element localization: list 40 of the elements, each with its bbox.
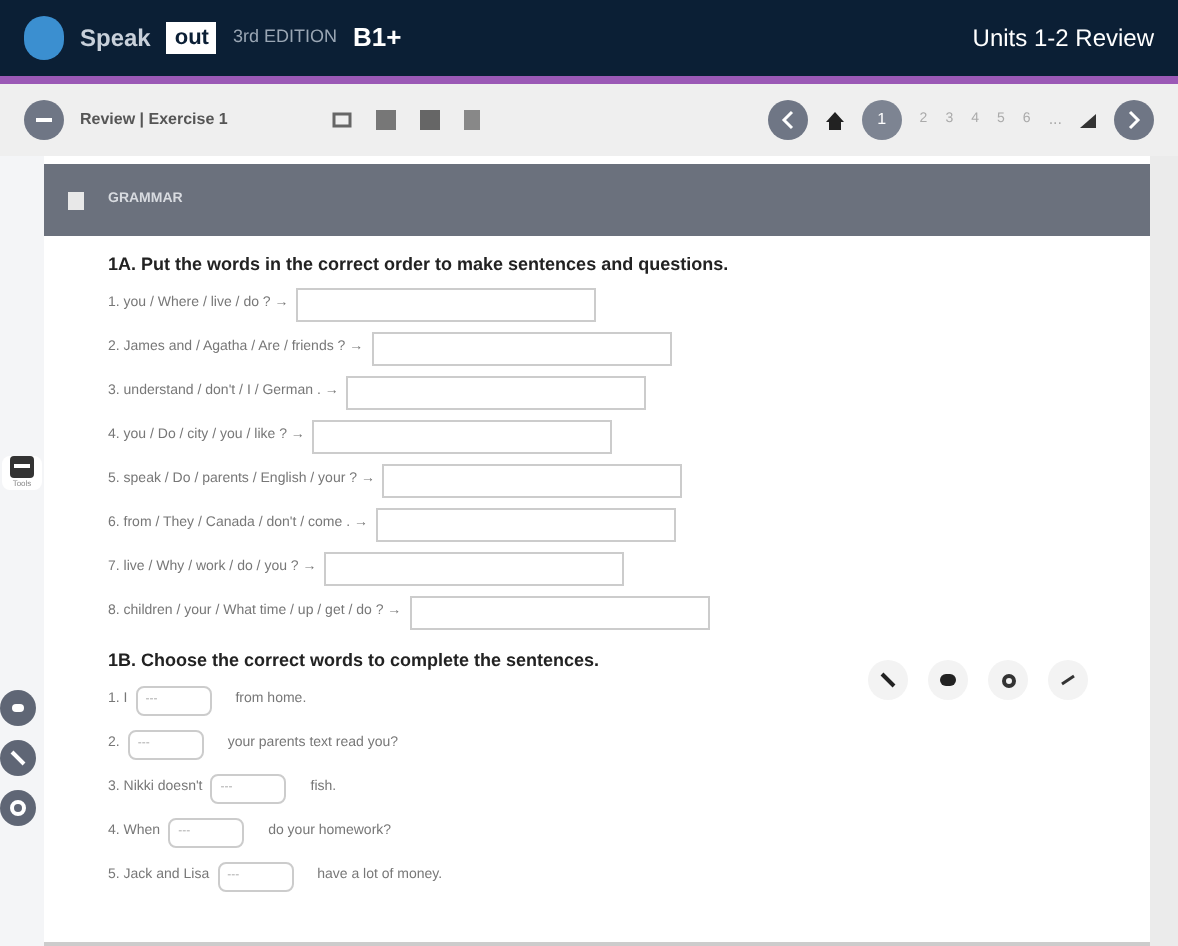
check-button[interactable] — [1048, 660, 1088, 700]
answer-field[interactable] — [371, 331, 672, 365]
instruction: 1B. Choose the correct words to complete the sentences. — [108, 647, 602, 674]
pen-icon — [880, 672, 896, 688]
unit-title: Units 1-2 Review — [972, 22, 1154, 56]
brand-tag: out — [166, 21, 217, 55]
screen-icon[interactable] — [332, 111, 352, 129]
answer-field[interactable] — [346, 375, 647, 409]
audio-button[interactable] — [0, 690, 36, 726]
answer-field[interactable] — [324, 551, 625, 585]
answer-field[interactable] — [296, 287, 597, 321]
toolbox-icon — [10, 456, 34, 478]
pencil-icon — [10, 750, 26, 766]
instruction: 1A. Put the words in the correct order to make sentences and questions. — [108, 252, 731, 278]
book-icon — [68, 191, 84, 209]
answer-field[interactable] — [409, 595, 710, 629]
eraser-button[interactable] — [928, 660, 968, 700]
answer-field[interactable] — [382, 463, 683, 497]
check-icon — [1060, 674, 1076, 686]
chevron-right-icon — [1126, 110, 1142, 130]
reset-button[interactable] — [988, 660, 1028, 700]
page-button[interactable]: 1 — [861, 100, 902, 140]
level-label: B1+ — [352, 20, 402, 57]
next-button[interactable] — [1114, 100, 1154, 140]
chevron-left-icon — [779, 110, 796, 130]
ellipsis: ... — [1048, 108, 1062, 132]
menu-button[interactable] — [24, 100, 64, 140]
pencil-button[interactable] — [0, 740, 36, 776]
edition-label: 3rd EDITION — [232, 24, 337, 51]
pen-button[interactable] — [868, 660, 908, 700]
previous-button[interactable] — [767, 100, 808, 140]
home-icon[interactable] — [825, 111, 844, 129]
signal-icon — [1080, 113, 1096, 127]
logo-icon — [24, 16, 64, 60]
scrollbar[interactable] — [1150, 156, 1178, 946]
answer-field[interactable] — [312, 419, 613, 453]
breadcrumb: Review | Exercise 1 — [80, 108, 230, 132]
answer-field[interactable] — [376, 507, 676, 541]
brand-name: Speak — [80, 22, 151, 56]
target-button[interactable] — [0, 790, 36, 826]
